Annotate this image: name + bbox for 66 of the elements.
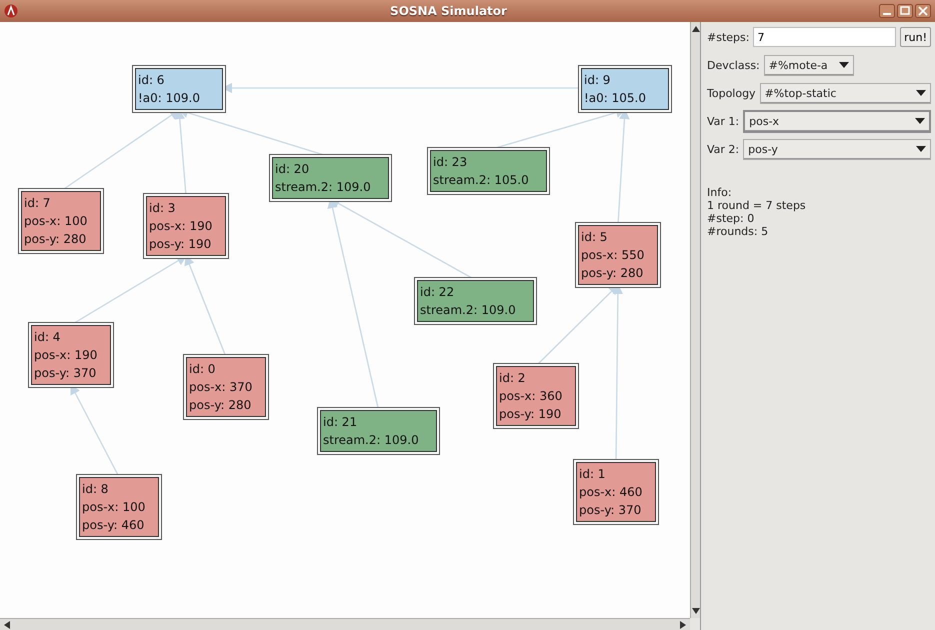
node-label: pos-y: 370 (579, 502, 642, 519)
graph-node[interactable]: id: 21 stream.2: 109.0 (320, 410, 437, 452)
node-label: !a0: 109.0 (138, 90, 202, 107)
node-label: id: 23 (433, 154, 468, 171)
graph-node[interactable]: id: 9 !a0: 105.0 (581, 68, 669, 110)
node-label: id: 20 (275, 161, 310, 178)
node-label: stream.2: 105.0 (433, 172, 530, 189)
node-label: id: 22 (420, 284, 456, 301)
topology-dropdown[interactable]: #%top-static (760, 82, 931, 104)
var2-dropdown[interactable]: pos-y (743, 138, 931, 160)
node-label: id: 5 (581, 229, 608, 246)
node-label: stream.2: 109.0 (275, 179, 372, 196)
node-label: pos-x: 360 (499, 388, 564, 405)
info-text: #rounds: 5 (707, 225, 770, 238)
run-button[interactable]: run! (900, 27, 931, 47)
graph-node[interactable]: id: 22 stream.2: 109.0 (417, 280, 534, 322)
node-label: stream.2: 109.0 (323, 432, 420, 449)
node-label: id: 8 (82, 481, 110, 498)
node-label: pos-y: 370 (34, 365, 98, 382)
graph-node[interactable]: id: 7 pos-x: 100 pos-y: 280 (21, 191, 101, 251)
var2-label: Var 2: (707, 142, 740, 156)
devclass-label: Devclass: (707, 58, 760, 72)
node-label: pos-y: 190 (149, 236, 212, 253)
node-label: id: 9 (584, 72, 612, 89)
topology-label: Topology (707, 86, 756, 100)
graph-node[interactable]: id: 0 pos-x: 370 pos-y: 280 (186, 357, 266, 417)
window-title: SOSNA Simulator (389, 4, 508, 18)
info-text: Info: (707, 186, 733, 199)
steps-label: #steps: (707, 30, 750, 44)
node-label: pos-x: 370 (189, 379, 254, 396)
node-label: id: 3 (149, 200, 176, 217)
node-label: pos-y: 190 (499, 406, 562, 423)
node-label: id: 6 (138, 72, 166, 89)
node-label: pos-y: 280 (581, 265, 644, 282)
steps-field[interactable]: 7 (753, 27, 896, 47)
node-label: pos-x: 100 (82, 499, 146, 516)
graph-node[interactable]: id: 20 stream.2: 109.0 (272, 157, 389, 199)
node-label: id: 1 (579, 466, 606, 483)
var1-dropdown[interactable]: pos-x (743, 110, 931, 132)
node-label: id: 2 (499, 370, 526, 387)
devclass-dropdown[interactable]: #%mote-a (764, 54, 854, 76)
node-label: id: 7 (24, 195, 52, 212)
graph-node[interactable]: id: 2 pos-x: 360 pos-y: 190 (496, 366, 576, 426)
graph-node[interactable]: id: 3 pos-x: 190 pos-y: 190 (146, 196, 226, 256)
node-label: id: 0 (189, 361, 216, 378)
info-text: #step: 0 (707, 212, 756, 225)
node-label: pos-x: 190 (34, 347, 98, 364)
info-text: 1 round = 7 steps (707, 199, 807, 212)
graph-node[interactable]: id: 6 !a0: 109.0 (135, 68, 223, 110)
graph-node[interactable]: id: 5 pos-x: 550 pos-y: 280 (578, 225, 658, 285)
node-label: id: 21 (323, 414, 358, 431)
node-label: pos-x: 100 (24, 213, 88, 230)
node-label: stream.2: 109.0 (420, 302, 517, 319)
node-label: pos-y: 280 (189, 397, 252, 414)
var1-label: Var 1: (707, 114, 740, 128)
graph-node[interactable]: id: 1 pos-x: 460 pos-y: 370 (576, 462, 656, 522)
graph-node[interactable]: id: 8 pos-x: 100 pos-y: 460 (79, 477, 159, 537)
graph-node[interactable]: id: 23 stream.2: 105.0 (430, 150, 547, 192)
node-label: id: 4 (34, 329, 62, 346)
node-label: !a0: 105.0 (584, 90, 648, 107)
graph-node[interactable]: id: 4 pos-x: 190 pos-y: 370 (31, 325, 111, 385)
node-label: pos-x: 460 (579, 484, 644, 501)
node-label: pos-y: 280 (24, 231, 88, 248)
node-label: pos-x: 190 (149, 218, 214, 235)
node-label: pos-x: 550 (581, 247, 646, 264)
node-label: pos-y: 460 (82, 517, 146, 534)
